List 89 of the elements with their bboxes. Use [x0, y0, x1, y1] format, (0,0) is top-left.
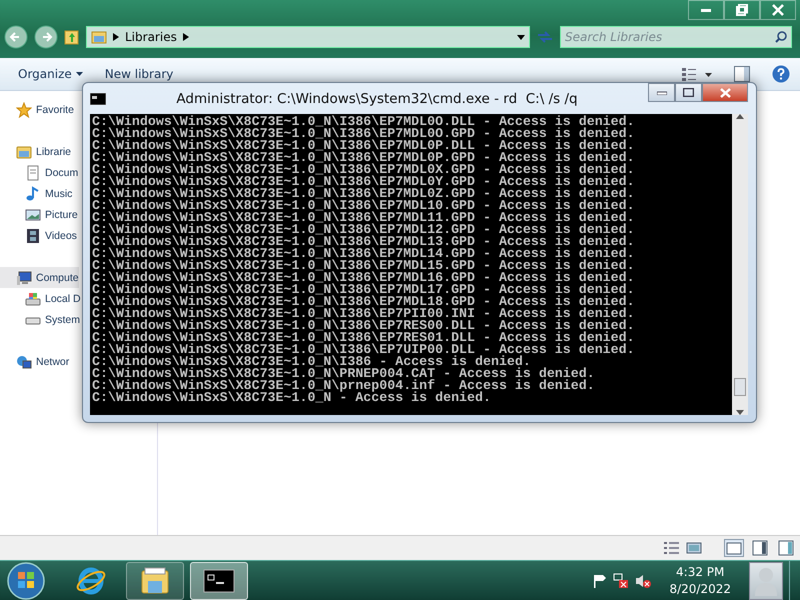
console-line: C:\Windows\WinSxS\X8C73E~1.0_N\I386\EP7MDL15.GPD - Access is denied.	[92, 260, 636, 272]
details-view-icon[interactable]	[664, 541, 680, 555]
folder-icon	[139, 564, 171, 596]
window-title: Administrator: C:\Windows\System32\cmd.exe - rd C:\ /s /q	[175, 90, 579, 106]
console-line: C:\Windows\WinSxS\X8C73E~1.0_N\I386 - Access is denied.	[92, 356, 532, 368]
console-line: C:\Windows\WinSxS\X8C73E~1.0_N\I386\EP7RES01.DLL - Access is denied.	[92, 332, 636, 344]
document-icon	[25, 164, 41, 180]
search-field[interactable]: Search Libraries	[560, 26, 792, 48]
scroll-up-icon	[736, 114, 744, 119]
library-folder-icon	[91, 30, 107, 44]
console-line: C:\Windows\WinSxS\X8C73E~1.0_N\I386\EP7MDL10.GPD - Access is denied.	[92, 200, 636, 212]
console-line: C:\Windows\WinSxS\X8C73E~1.0_N\I386\EP7UIP00.DLL - Access is denied.	[92, 344, 636, 356]
console-line: C:\Windows\WinSxS\X8C73E~1.0_N\I386\EP7MDL0Z.GPD - Access is denied.	[92, 188, 636, 200]
nav-item[interactable]: Compute	[0, 267, 79, 288]
thumbnail-view-icon[interactable]	[686, 541, 702, 555]
music-note-icon	[25, 186, 41, 202]
nav-item[interactable]: Music	[0, 183, 72, 204]
maximize-button[interactable]	[675, 83, 702, 102]
preview-pane-icon[interactable]	[734, 66, 750, 82]
layout-icon[interactable]	[724, 539, 744, 557]
browser-icon	[75, 564, 107, 596]
console-line: C:\Windows\WinSxS\X8C73E~1.0_N\I386\EP7MDL18.GPD - Access is denied.	[92, 296, 636, 308]
console-line: C:\Windows\WinSxS\X8C73E~1.0_N\I386\EP7MDL0Y.GPD - Access is denied.	[92, 176, 636, 188]
console-line: C:\Windows\WinSxS\X8C73E~1.0_N\I386\EP7MDL0O.GPD - Access is denied.	[92, 128, 636, 140]
start-button[interactable]	[6, 560, 46, 600]
up-folder-icon[interactable]	[64, 28, 80, 46]
console-line: C:\Windows\WinSxS\X8C73E~1.0_N\I386\EP7MDL0X.GPD - Access is denied.	[92, 164, 636, 176]
user-icon	[754, 566, 778, 596]
network-icon	[16, 354, 32, 370]
film-icon	[25, 228, 41, 244]
restore-icon	[736, 4, 748, 16]
close-icon	[720, 88, 730, 98]
console-line: C:\Windows\WinSxS\X8C73E~1.0_N\I386\EP7MDL14.GPD - Access is denied.	[92, 248, 636, 260]
layout-icon[interactable]	[776, 539, 796, 557]
console-line: C:\Windows\WinSxS\X8C73E~1.0_N\I386\EP7MDL0O.DLL - Access is denied.	[92, 116, 636, 128]
console-line: C:\Windows\WinSxS\X8C73E~1.0_N\I386\EP7MDL16.GPD - Access is denied.	[92, 272, 636, 284]
console-line: C:\Windows\WinSxS\X8C73E~1.0_N\I386\EP7RES00.DLL - Access is denied.	[92, 320, 636, 332]
close-icon	[772, 4, 784, 16]
console-line: C:\Windows\WinSxS\X8C73E~1.0_N\I386\EP7MDL13.GPD - Access is denied.	[92, 236, 636, 248]
computer-icon	[16, 270, 32, 286]
nav-item[interactable]: Networ	[0, 351, 70, 372]
taskbar-button[interactable]	[126, 562, 184, 600]
console-line: C:\Windows\WinSxS\X8C73E~1.0_N\I386\EP7PII00.INI - Access is denied.	[92, 308, 636, 320]
nav-item[interactable]: Docum	[0, 162, 78, 183]
user-button[interactable]	[749, 562, 783, 600]
console-line: C:\Windows\WinSxS\X8C73E~1.0_N\I386\EP7MDL17.GPD - Access is denied.	[92, 284, 636, 296]
scroll-thumb[interactable]	[734, 378, 746, 396]
address-bar[interactable]: Libraries	[86, 26, 530, 48]
clock[interactable]: 4:32 PM 8/20/2022	[663, 562, 737, 598]
toolbar-button[interactable]: New library	[104, 65, 174, 83]
console-icon	[90, 92, 106, 104]
scrollbar[interactable]	[732, 114, 748, 415]
nav-item[interactable]: Librarie	[0, 141, 72, 162]
nav-item[interactable]: Videos	[0, 225, 77, 246]
close-button[interactable]	[702, 83, 748, 102]
toolbar-button[interactable]: Organize	[18, 65, 83, 83]
breadcrumb-item[interactable]: Libraries	[125, 30, 177, 44]
dropdown-caret-icon[interactable]	[517, 34, 525, 40]
console-line: C:\Windows\WinSxS\X8C73E~1.0_N\I386\EP7MDL0P.DLL - Access is denied.	[92, 140, 636, 152]
maximize-icon	[683, 88, 694, 97]
nav-item[interactable]: System	[0, 309, 80, 330]
scroll-down-icon	[736, 410, 744, 415]
console-line: C:\Windows\WinSxS\X8C73E~1.0_N\I386\EP7MDL0P.GPD - Access is denied.	[92, 152, 636, 164]
layout-icon[interactable]	[750, 539, 770, 557]
nav-item[interactable]: Picture	[0, 204, 78, 225]
restore-button[interactable]	[724, 0, 760, 20]
chevron-icon	[113, 33, 119, 41]
console-line: C:\Windows\WinSxS\X8C73E~1.0_N - Access is denied.	[92, 392, 492, 404]
star-icon	[16, 102, 32, 118]
folder-icon	[16, 144, 32, 160]
taskbar-button[interactable]	[190, 562, 248, 600]
muted-speaker-icon[interactable]	[635, 572, 652, 588]
help-icon[interactable]	[772, 65, 790, 83]
nav-item[interactable]: Local D	[0, 288, 81, 309]
flag-icon[interactable]	[593, 574, 608, 588]
minimize-button[interactable]	[648, 83, 675, 102]
console-line: C:\Windows\WinSxS\X8C73E~1.0_N\PRNEP004.CAT - Access is denied.	[92, 368, 596, 380]
chevron-icon	[182, 33, 189, 41]
console-line: C:\Windows\WinSxS\X8C73E~1.0_N\I386\EP7MDL12.GPD - Access is denied.	[92, 224, 636, 236]
console-line: C:\Windows\WinSxS\X8C73E~1.0_N\prnep004.inf - Access is denied.	[92, 380, 596, 392]
minimize-icon	[701, 8, 711, 12]
nav-item[interactable]: Favorite	[0, 99, 74, 120]
caret-icon	[76, 72, 83, 76]
picture-icon	[25, 206, 41, 222]
search-icon	[775, 31, 787, 43]
console-line: C:\Windows\WinSxS\X8C73E~1.0_N\I386\EP7MDL11.GPD - Access is denied.	[92, 212, 636, 224]
network-error-icon[interactable]	[613, 572, 630, 588]
view-options-icon[interactable]	[682, 67, 712, 81]
drive-icon	[25, 290, 41, 306]
